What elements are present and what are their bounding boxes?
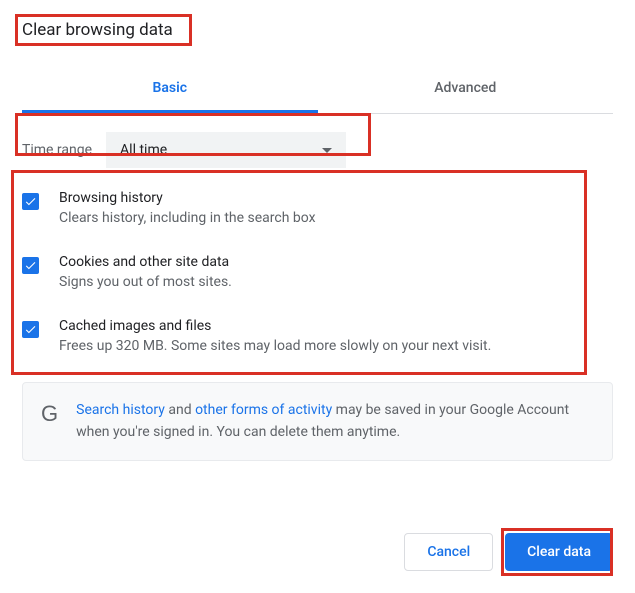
option-desc: Signs you out of most sites. <box>59 274 613 290</box>
option-browsing-history: Browsing history Clears history, includi… <box>22 190 613 226</box>
time-range-label: Time range <box>22 142 92 158</box>
option-title: Browsing history <box>59 190 613 206</box>
time-range-row: Time range All time <box>22 132 613 168</box>
option-cookies: Cookies and other site data Signs you ou… <box>22 254 613 290</box>
dialog-title: Clear browsing data <box>22 20 173 40</box>
info-text: Search history and other forms of activi… <box>76 399 594 444</box>
clear-browsing-data-dialog: Clear browsing data Basic Advanced Time … <box>0 0 635 481</box>
option-cache: Cached images and files Frees up 320 MB.… <box>22 318 613 354</box>
option-text: Cached images and files Frees up 320 MB.… <box>59 318 613 354</box>
tab-advanced[interactable]: Advanced <box>318 66 614 113</box>
option-desc: Frees up 320 MB. Some sites may load mor… <box>59 338 613 354</box>
link-search-history[interactable]: Search history <box>76 402 165 418</box>
cancel-button[interactable]: Cancel <box>404 533 493 571</box>
link-other-activity[interactable]: other forms of activity <box>195 402 332 418</box>
check-icon <box>24 323 37 336</box>
option-title: Cached images and files <box>59 318 613 334</box>
options-list: Browsing history Clears history, includi… <box>22 190 613 354</box>
tab-basic[interactable]: Basic <box>22 66 318 113</box>
option-desc: Clears history, including in the search … <box>59 210 613 226</box>
google-g-icon: G <box>41 401 58 427</box>
info-box: G Search history and other forms of acti… <box>22 382 613 461</box>
option-text: Browsing history Clears history, includi… <box>59 190 613 226</box>
time-range-value: All time <box>120 142 167 158</box>
clear-data-button[interactable]: Clear data <box>505 533 613 571</box>
check-icon <box>24 259 37 272</box>
checkbox-cache[interactable] <box>22 321 39 338</box>
tabs: Basic Advanced <box>22 66 613 114</box>
checkbox-cookies[interactable] <box>22 257 39 274</box>
option-title: Cookies and other site data <box>59 254 613 270</box>
option-text: Cookies and other site data Signs you ou… <box>59 254 613 290</box>
chevron-down-icon <box>322 148 332 153</box>
check-icon <box>24 195 37 208</box>
dialog-buttons: Cancel Clear data <box>404 533 613 571</box>
time-range-dropdown[interactable]: All time <box>106 132 346 168</box>
checkbox-browsing-history[interactable] <box>22 193 39 210</box>
